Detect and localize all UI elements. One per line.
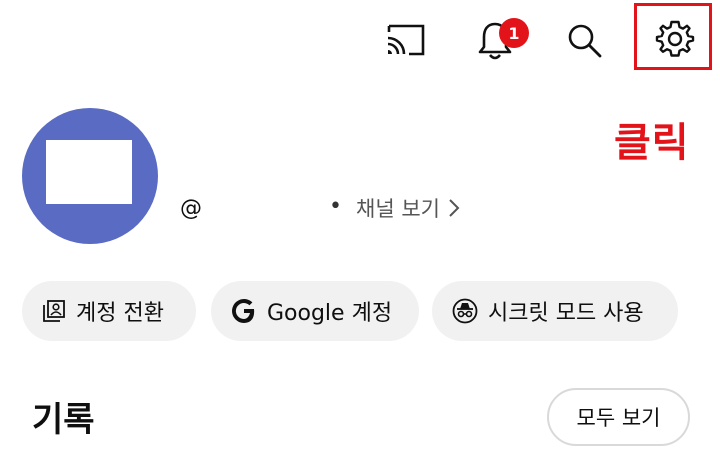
view-all-label: 모두 보기 <box>576 406 661 430</box>
google-account-label: Google 계정 <box>267 301 393 326</box>
settings-highlight-box <box>634 3 712 70</box>
view-channel-label: 채널 보기 <box>356 197 440 221</box>
view-all-button[interactable]: 모두 보기 <box>547 388 690 446</box>
search-icon <box>568 24 602 58</box>
switch-account-icon <box>43 300 65 322</box>
cast-button[interactable] <box>380 20 430 60</box>
history-title: 기록 <box>32 400 95 440</box>
click-annotation-label: 클릭 <box>614 120 690 166</box>
incognito-chip[interactable]: 시크릿 모드 사용 <box>432 281 678 341</box>
incognito-icon <box>452 298 478 324</box>
avatar-redaction <box>46 140 132 204</box>
notification-count-badge: 1 <box>499 18 529 48</box>
google-account-chip[interactable]: Google 계정 <box>211 281 419 341</box>
switch-account-chip[interactable]: 계정 전환 <box>22 281 196 341</box>
switch-account-label: 계정 전환 <box>76 301 164 326</box>
channel-handle: @ <box>180 196 202 221</box>
search-button[interactable] <box>562 20 608 62</box>
incognito-label: 시크릿 모드 사용 <box>488 301 644 326</box>
cast-icon <box>387 24 425 56</box>
chevron-right-icon <box>449 199 460 217</box>
separator-dot: • <box>329 194 342 219</box>
google-logo-icon <box>232 299 255 323</box>
view-channel-link[interactable]: 채널 보기 <box>356 193 460 223</box>
